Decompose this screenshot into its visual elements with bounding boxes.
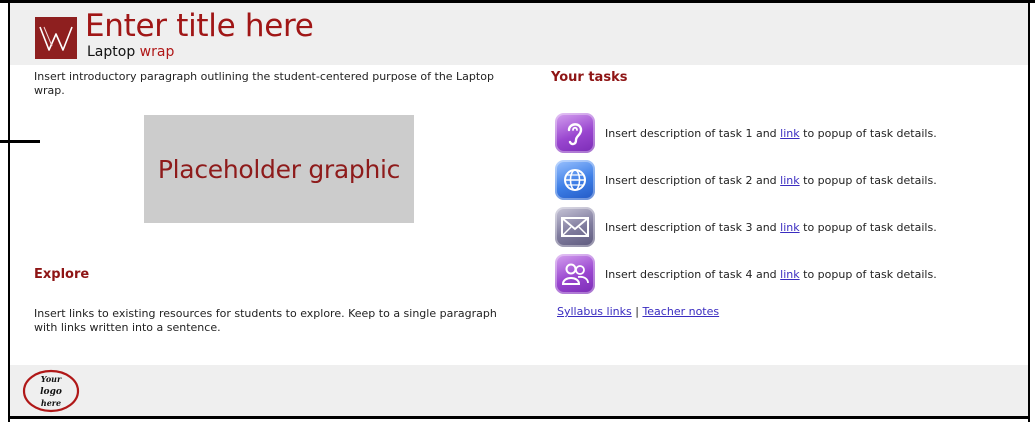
placeholder-label: Placeholder graphic (157, 154, 401, 184)
bottom-links: Syllabus links | Teacher notes (557, 305, 719, 318)
task-row-4: Insert description of task 4 and link to… (555, 254, 937, 294)
brand-logo (35, 17, 77, 59)
task-description-3: Insert description of task 3 and link to… (605, 221, 937, 234)
school-logo: Your logo here (21, 368, 81, 418)
link-separator: | (635, 305, 639, 318)
task-text-after: to popup of task details. (803, 126, 937, 140)
task-text-after: to popup of task details. (803, 220, 937, 234)
people-icon[interactable] (555, 254, 595, 294)
school-logo-icon: Your logo here (22, 369, 80, 413)
task-link-1[interactable]: link (780, 127, 799, 140)
task-row-3: Insert description of task 3 and link to… (555, 207, 937, 247)
tasks-heading: Your tasks (551, 70, 628, 85)
page-header: Enter title here Laptop wrap (10, 3, 1028, 65)
task-text-before: Insert description of task 1 and (605, 126, 777, 140)
task-text-before: Insert description of task 2 and (605, 173, 777, 187)
ear-icon[interactable] (555, 113, 595, 153)
page-footer: Your logo here (10, 365, 1028, 416)
subtitle-accent: wrap (139, 44, 175, 60)
task-text-before: Insert description of task 3 and (605, 220, 777, 234)
task-row-1: Insert description of task 1 and link to… (555, 113, 937, 153)
intro-paragraph: Insert introductory paragraph outlining … (34, 70, 494, 97)
task-link-4[interactable]: link (780, 268, 799, 281)
page-title: Enter title here (85, 8, 314, 44)
explore-paragraph: Insert links to existing resources for s… (34, 307, 497, 334)
task-link-3[interactable]: link (780, 221, 799, 234)
task-description-1: Insert description of task 1 and link to… (605, 127, 937, 140)
task-description-4: Insert description of task 4 and link to… (605, 268, 937, 281)
frame-left-stub (0, 140, 40, 143)
subtitle-prefix: Laptop (87, 44, 136, 60)
task-row-2: Insert description of task 2 and link to… (555, 160, 937, 200)
task-text-after: to popup of task details. (803, 267, 937, 281)
globe-icon[interactable] (555, 160, 595, 200)
w-logo-icon (39, 26, 73, 51)
task-text-before: Insert description of task 4 and (605, 267, 777, 281)
task-link-2[interactable]: link (780, 174, 799, 187)
page-subtitle: Laptop wrap (87, 44, 174, 60)
explore-heading: Explore (34, 267, 90, 282)
logo-line-2: logo (40, 387, 62, 397)
task-text-after: to popup of task details. (803, 173, 937, 187)
frame-right-line (1028, 0, 1030, 422)
syllabus-links-link[interactable]: Syllabus links (557, 305, 632, 318)
teacher-notes-link[interactable]: Teacher notes (642, 305, 719, 318)
mail-icon[interactable] (555, 207, 595, 247)
logo-line-3: here (41, 398, 61, 408)
placeholder-graphic: Placeholder graphic (144, 115, 414, 223)
logo-line-1: Your (41, 374, 62, 384)
task-description-2: Insert description of task 2 and link to… (605, 174, 937, 187)
frame-bottom-line (8, 416, 1030, 419)
